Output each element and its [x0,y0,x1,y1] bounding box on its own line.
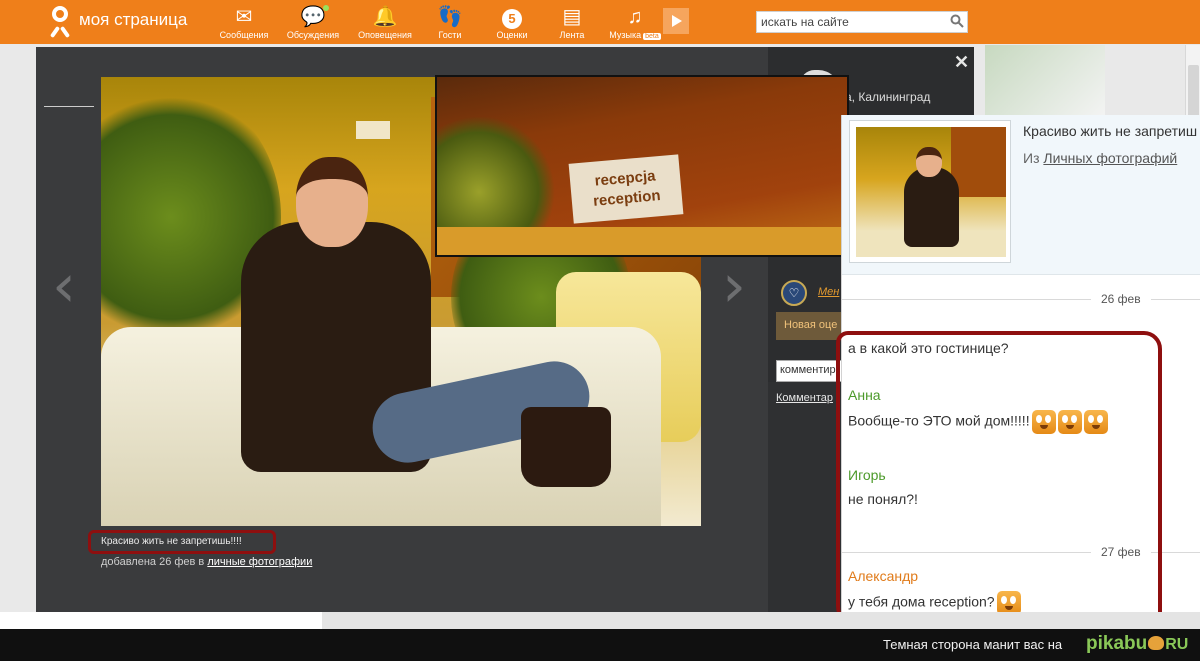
nav-label: Оповещения [358,30,412,40]
my-page-link[interactable]: моя страница [79,10,187,30]
music-label: Музыка [609,30,642,40]
date-separator: 26 фев [842,292,1200,306]
pikabu-logo: pikabu RU [1086,633,1196,657]
nav-ratings[interactable]: 5 Оценки [480,5,544,41]
envelope-icon: ✉ [235,6,253,28]
nav-label: Сообщения [219,30,269,40]
nav-feed[interactable]: ▤ Лента [540,5,604,41]
feed-icon: ▤ [562,6,582,28]
divider [44,106,94,107]
comments-highlight-frame [836,331,1162,628]
heart-badge-icon[interactable]: ♡ [781,280,807,306]
odnoklassniki-logo-icon[interactable] [46,6,74,38]
nav-label: Оценки [496,30,528,40]
play-icon[interactable] [663,8,689,34]
chat-bubbles-icon: 💬 [300,6,326,28]
menu-link[interactable]: Мен [818,286,839,298]
discussion-source: Из Личных фотографий [1023,150,1177,166]
search-icon[interactable] [950,14,964,28]
reception-sign: recepcja reception [568,154,684,224]
pikabu-brand: pikabu [1086,633,1148,654]
nav-label: Лента [559,30,585,40]
new-rating-button[interactable]: Новая оце [776,312,846,340]
thumbnail-wall [951,127,1006,197]
music-note-icon: ♫ [627,6,643,28]
source-album-link[interactable]: Личных фотографий [1043,150,1177,166]
nav-messages[interactable]: ✉ Сообщения [212,5,276,41]
bell-icon: 🔔 [372,6,398,28]
nav-label: Обсуждения [286,30,340,40]
page-bottom-white [0,612,322,629]
photo-caption: Красиво жить не запретишь!!!! [101,536,242,547]
thumbnail-image [856,127,1006,257]
photo-sign [356,121,390,139]
nav-label: Гости [438,30,462,40]
close-icon[interactable]: ✕ [954,52,969,73]
footprints-icon: 👣 [437,6,463,28]
beta-badge: beta [643,33,661,40]
nav-label: Музыка beta [603,29,667,43]
pikabu-tld: RU [1165,636,1189,653]
date-label: 26 фев [1091,292,1151,306]
album-link[interactable]: личные фотографии [207,556,312,568]
discussion-header: Красиво жить не запретиш Из Личных фотог… [842,115,1200,275]
nav-discussions[interactable]: 💬 Обсуждения [281,5,345,41]
pie-icon [1148,636,1165,650]
next-photo-arrow-icon[interactable]: › [722,256,746,316]
thumbnail-person [904,167,959,247]
pikabu-slogan: Темная сторона манит вас на [883,637,1063,652]
site-search [756,11,968,33]
photo-person-head [296,157,368,247]
photo-added-info: добавлена 26 фев в личные фотографии [101,556,312,568]
rating-badge: 5 [502,9,522,29]
nav-guests[interactable]: 👣 Гости [418,5,482,41]
new-indicator [323,5,329,11]
zoom-floor [437,227,847,255]
source-prefix: Из [1023,150,1040,166]
previous-photo-arrow-icon[interactable]: ‹ [52,256,76,316]
top-bar: моя страница ✉ Сообщения 💬 Обсуждения 🔔 … [0,0,1200,44]
nav-music[interactable]: ♫ Музыка beta [603,5,667,43]
thumbnail-person-head [916,147,942,177]
comments-link[interactable]: Комментар [776,392,842,404]
photo-person-boot [521,407,611,487]
zoomed-reception-inset: recepcja reception [435,75,849,257]
owner-location: а, Калининград [845,90,931,104]
search-input[interactable] [757,12,945,32]
nav-notifications[interactable]: 🔔 Оповещения [353,5,417,41]
discussion-photo-thumbnail[interactable] [849,120,1011,263]
background-friend-photo [985,45,1105,120]
added-date: добавлена 26 фев в [101,556,205,568]
rating-five-icon: 5 [480,5,544,29]
pikabu-watermark-bar: Темная сторона манит вас на pikabu RU [0,629,1200,661]
discussion-title[interactable]: Красиво жить не запретиш [1023,123,1197,139]
